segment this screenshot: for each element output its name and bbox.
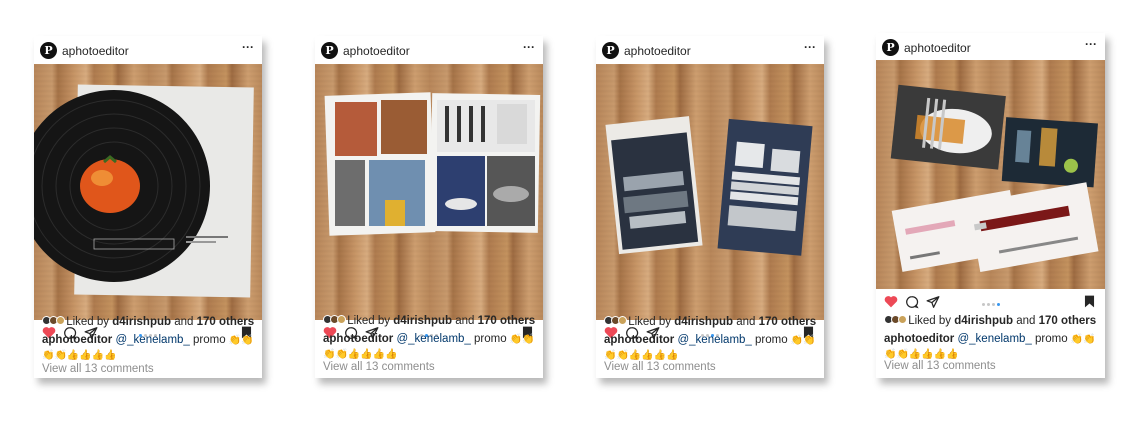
caption-username[interactable]: aphotoeditor [604, 334, 674, 346]
post-header: P aphotoeditor ··· [596, 36, 824, 64]
liked-user-link[interactable]: d4irishpub [393, 315, 452, 327]
profile-avatar[interactable]: P [882, 39, 899, 56]
caption-mention[interactable]: @_kenelamb_ [957, 333, 1031, 345]
caption-mention[interactable]: @_kenelamb_ [115, 334, 189, 346]
more-icon[interactable]: ··· [1085, 37, 1097, 51]
view-comments-link[interactable]: View all 13 comments [323, 361, 435, 373]
profile-avatar[interactable]: P [40, 42, 57, 59]
carousel-indicator [981, 303, 1001, 306]
profile-avatar[interactable]: P [321, 42, 338, 59]
comment-icon[interactable] [905, 295, 919, 309]
view-comments-link[interactable]: View all 13 comments [604, 361, 716, 373]
post-caption: aphotoeditor @_kenelamb_ promo 👏👏👏👏👍👍👍👍 [323, 333, 535, 360]
heart-icon[interactable] [884, 295, 898, 308]
post-actions [876, 295, 1105, 315]
post-header: P aphotoeditor ··· [876, 33, 1105, 60]
share-icon[interactable] [926, 295, 940, 309]
post-caption: aphotoeditor @_kenelamb_ promo 👏👏👏👏👍👍👍👍 [884, 333, 1096, 360]
more-icon[interactable]: ··· [804, 40, 816, 54]
caption-username[interactable]: aphotoeditor [884, 333, 954, 345]
likes-line: Liked by d4irishpub and 170 others [604, 316, 816, 328]
liked-user-link[interactable]: d4irishpub [674, 316, 733, 328]
bookmark-icon[interactable] [1084, 295, 1095, 308]
caption-username[interactable]: aphotoeditor [42, 334, 112, 346]
post-header: P aphotoeditor ··· [34, 36, 262, 64]
profile-avatar[interactable]: P [602, 42, 619, 59]
caption-username[interactable]: aphotoeditor [323, 333, 393, 345]
caption-mention[interactable]: @_kenelamb_ [396, 333, 470, 345]
post-photo[interactable] [876, 60, 1105, 289]
more-icon[interactable]: ··· [523, 40, 535, 54]
post-caption: aphotoeditor @_kenelamb_ promo 👏👏👏👏👍👍👍👍 [604, 334, 816, 361]
likes-count-link[interactable]: 170 others [197, 316, 255, 328]
liked-user-link[interactable]: d4irishpub [112, 316, 171, 328]
post-username[interactable]: aphotoeditor [624, 44, 691, 58]
view-comments-link[interactable]: View all 13 comments [884, 360, 996, 372]
likes-count-link[interactable]: 170 others [478, 315, 536, 327]
post-username[interactable]: aphotoeditor [343, 44, 410, 58]
likes-line: Liked by d4irishpub and 170 others [42, 316, 254, 328]
likes-line: Liked by d4irishpub and 170 others [323, 315, 535, 327]
post-header: P aphotoeditor ··· [315, 36, 543, 64]
caption-mention[interactable]: @_kenelamb_ [677, 334, 751, 346]
post-photo[interactable] [596, 64, 824, 320]
post-username[interactable]: aphotoeditor [62, 44, 129, 58]
post-caption: aphotoeditor @_kenelamb_ promo 👏👏👏👏👍👍👍👍 [42, 334, 254, 361]
post-photo[interactable] [315, 64, 543, 320]
post-photo[interactable] [34, 64, 262, 320]
likes-line: Liked by d4irishpub and 170 others [884, 315, 1096, 327]
post-username[interactable]: aphotoeditor [904, 41, 971, 55]
view-comments-link[interactable]: View all 13 comments [42, 363, 154, 375]
more-icon[interactable]: ··· [242, 40, 254, 54]
liked-user-link[interactable]: d4irishpub [954, 315, 1013, 327]
likes-count-link[interactable]: 170 others [1039, 315, 1097, 327]
likes-count-link[interactable]: 170 others [759, 316, 817, 328]
